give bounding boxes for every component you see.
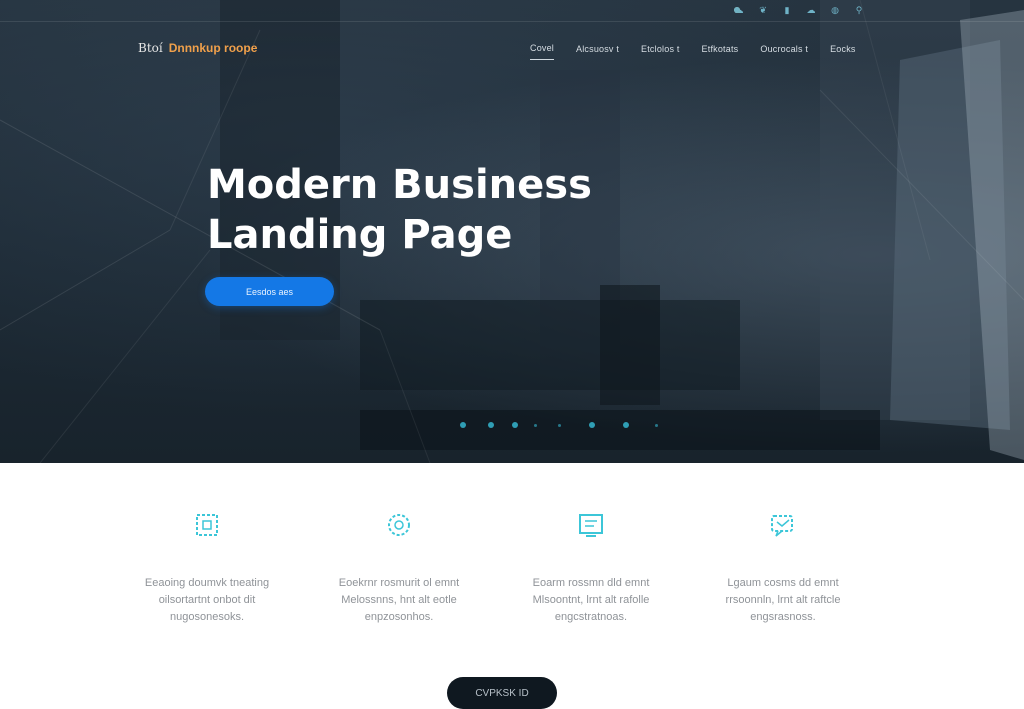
top-divider xyxy=(0,21,1024,22)
feature-text: Lgaum cosms dd emnt rrsoonnln, lrnt alt … xyxy=(683,575,883,626)
brand-mark: Btoí xyxy=(138,41,163,55)
feature-line: enpzosonhos. xyxy=(364,611,434,623)
top-icon-bar: ☁ ❦ ▮ ☁ ◍ ⚲ xyxy=(734,5,864,15)
feature-line: rrsoonnln, lrnt alt raftcle xyxy=(725,594,841,606)
grid-icon xyxy=(196,514,218,536)
dot-icon[interactable] xyxy=(734,7,740,13)
feature-card: Eoekrnr rosmurit ol emnt Melossnns, hnt … xyxy=(299,510,499,626)
nav-item-1[interactable]: Covel xyxy=(530,43,555,60)
feature-text: Eoarm rossmn dld emnt Mlsoontnt, lrnt al… xyxy=(491,575,691,626)
carousel-dot[interactable] xyxy=(589,422,595,428)
feature-line: Eoekrnr rosmurit ol emnt xyxy=(338,577,460,589)
cloud-icon[interactable]: ☁ xyxy=(806,5,816,15)
feature-card: Lgaum cosms dd emnt rrsoonnln, lrnt alt … xyxy=(683,510,883,626)
feature-text: Eeaoing doumvk tneating oilsortartnt onb… xyxy=(107,575,307,626)
hero-title-line-1: Modern Business xyxy=(207,162,592,208)
gear-icon xyxy=(388,514,410,536)
carousel-dot[interactable] xyxy=(534,424,537,427)
feature-line: oilsortartnt onbot dit xyxy=(158,594,256,606)
bottom-action-button[interactable]: CVPKSK ID xyxy=(447,677,557,709)
carousel-indicator xyxy=(458,420,678,430)
hero-cta-button[interactable]: Eesdos aes xyxy=(205,277,334,306)
bookmark-icon[interactable]: ▮ xyxy=(782,5,792,15)
feature-line: nugosonesoks. xyxy=(170,611,244,623)
features-section: Eeaoing doumvk tneating oilsortartnt onb… xyxy=(0,463,1024,707)
feature-card: Eeaoing doumvk tneating oilsortartnt onb… xyxy=(107,510,307,626)
screen-icon xyxy=(579,514,603,537)
feature-text: Eoekrnr rosmurit ol emnt Melossnns, hnt … xyxy=(299,575,499,626)
chat-icon xyxy=(771,515,793,537)
carousel-dot[interactable] xyxy=(512,422,518,428)
nav-item-4[interactable]: Etfkotats xyxy=(702,44,739,60)
nav-item-6[interactable]: Eocks xyxy=(830,44,856,60)
feature-line: Eoarm rossmn dld emnt xyxy=(532,577,650,589)
carousel-dot[interactable] xyxy=(558,424,561,427)
link-icon[interactable]: ⚲ xyxy=(854,5,864,15)
brand-logo[interactable]: Btoí Dnnnkup roope xyxy=(138,41,257,55)
feature-line: Mlsoontnt, lrnt alt rafolle xyxy=(532,594,650,606)
brand-name: Dnnnkup roope xyxy=(168,41,258,55)
hero-section: ☁ ❦ ▮ ☁ ◍ ⚲ Btoí Dnnnkup roope Covel Alc… xyxy=(0,0,1024,463)
nav-item-2[interactable]: Alcsuosv t xyxy=(576,44,619,60)
carousel-dot[interactable] xyxy=(460,422,466,428)
feature-line: Eeaoing doumvk tneating xyxy=(144,577,270,589)
globe-icon[interactable]: ◍ xyxy=(830,5,840,15)
carousel-dot[interactable] xyxy=(623,422,629,428)
hero-title: Modern Business Landing Page xyxy=(207,160,592,260)
feature-line: Lgaum cosms dd emnt xyxy=(727,577,839,589)
nav-item-5[interactable]: Oucrocals t xyxy=(760,44,808,60)
feature-line: engcstratnoas. xyxy=(554,611,628,623)
carousel-dot[interactable] xyxy=(488,422,494,428)
feature-line: Melossnns, hnt alt eotle xyxy=(341,594,457,606)
carousel-dot[interactable] xyxy=(655,424,658,427)
nav-item-3[interactable]: Etclolos t xyxy=(641,44,680,60)
feature-line: engsrasnoss. xyxy=(750,611,816,623)
main-nav: Covel Alcsuosv t Etclolos t Etfkotats Ou… xyxy=(530,43,856,60)
hero-title-line-2: Landing Page xyxy=(207,212,513,258)
feature-card: Eoarm rossmn dld emnt Mlsoontnt, lrnt al… xyxy=(491,510,691,626)
leaf-icon[interactable]: ❦ xyxy=(758,5,768,15)
